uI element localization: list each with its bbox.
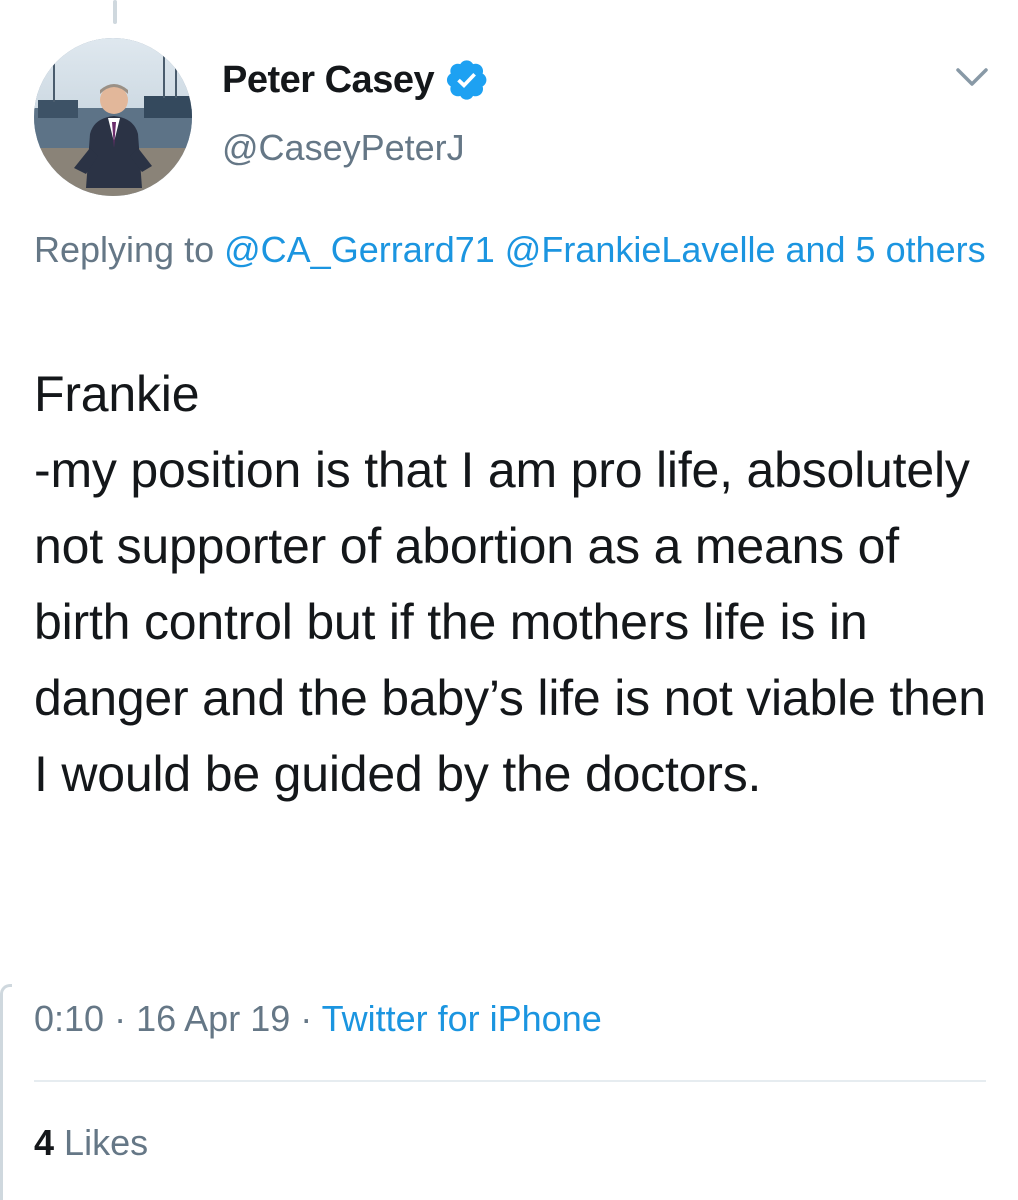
tweet-text: Frankie -my position is that I am pro li… <box>34 366 986 802</box>
avatar-photo <box>34 38 192 196</box>
author-name-row[interactable]: Peter Casey <box>222 56 488 104</box>
tweet-date[interactable]: 16 Apr 19 <box>136 998 290 1039</box>
likes-label: Likes <box>64 1122 149 1163</box>
replying-prefix: Replying to <box>34 229 215 270</box>
tweet-meta: 0:10 · 16 Apr 19 · Twitter for iPhone <box>34 996 602 1042</box>
tweet-source-link[interactable]: Twitter for iPhone <box>322 998 602 1039</box>
author-display-name[interactable]: Peter Casey <box>222 56 435 104</box>
likes-count: 4 <box>34 1122 55 1163</box>
mention-link[interactable]: @CA_Gerrard71 <box>224 229 495 270</box>
verified-badge-icon <box>446 59 488 101</box>
divider <box>34 1080 986 1082</box>
meta-separator: · <box>300 998 313 1039</box>
tweet-time[interactable]: 0:10 <box>34 998 104 1039</box>
likes-stat[interactable]: 4 Likes <box>34 1120 148 1166</box>
tweet-detail-page: Peter Casey @CaseyPeterJ Replying to @CA… <box>0 0 1018 1200</box>
meta-separator: · <box>114 998 127 1039</box>
replying-to-line: Replying to @CA_Gerrard71 @FrankieLavell… <box>34 222 994 278</box>
author-handle[interactable]: @CaseyPeterJ <box>222 126 465 170</box>
others-link[interactable]: and 5 others <box>785 229 985 270</box>
mention-link[interactable]: @FrankieLavelle <box>505 229 776 270</box>
avatar[interactable] <box>34 38 192 196</box>
chevron-down-icon[interactable] <box>950 60 994 94</box>
thread-connector-curve <box>0 984 12 1200</box>
thread-connector-line <box>113 0 117 24</box>
